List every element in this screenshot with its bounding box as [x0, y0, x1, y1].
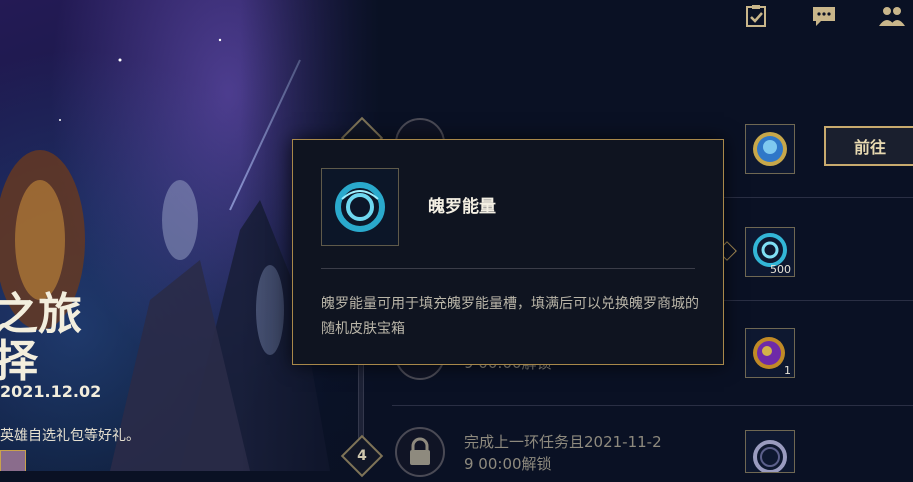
- reward-silver-ring[interactable]: [745, 430, 795, 473]
- task-lock-circle: [395, 427, 445, 477]
- reward-purple-orb[interactable]: 1: [745, 328, 795, 378]
- reward-quantity: 1: [784, 364, 791, 377]
- reward-crystal-gem[interactable]: [745, 124, 795, 174]
- task-condition-line2: 9 00:00解锁: [464, 455, 552, 473]
- friends-icon[interactable]: [879, 4, 905, 28]
- task-list-icon[interactable]: [743, 4, 769, 28]
- tooltip-divider: [321, 268, 695, 269]
- row-divider: [392, 405, 913, 406]
- chat-icon[interactable]: [811, 4, 837, 28]
- tooltip-description: 魄罗能量可用于填充魄罗能量槽，填满后可以兑换魄罗商城的随机皮肤宝箱: [321, 296, 699, 337]
- reward-quantity: 500: [770, 263, 791, 276]
- event-description: 英雄自选礼包等好礼。: [0, 428, 140, 444]
- soul-energy-icon: [335, 182, 385, 232]
- silver-ring-icon: [753, 440, 787, 472]
- step-number: 4: [357, 448, 367, 464]
- tooltip-title: 魄罗能量: [428, 197, 496, 217]
- reward-soul-energy[interactable]: 500: [745, 227, 795, 277]
- go-button[interactable]: 前往: [824, 126, 913, 166]
- tooltip-item-icon-frame: [321, 168, 399, 246]
- task-condition-line1: 完成上一环任务且2021-11-2: [464, 433, 662, 451]
- top-toolbar: [743, 4, 905, 28]
- event-title-line2: 择: [0, 336, 38, 387]
- event-date: 2021.12.02: [0, 382, 102, 401]
- item-tooltip: 魄罗能量 魄罗能量可用于填充魄罗能量槽，填满后可以兑换魄罗商城的随机皮肤宝箱: [292, 139, 724, 365]
- crystal-gem-icon: [753, 132, 787, 166]
- reward-thumbnail[interactable]: [0, 450, 26, 471]
- lock-icon: [410, 437, 430, 465]
